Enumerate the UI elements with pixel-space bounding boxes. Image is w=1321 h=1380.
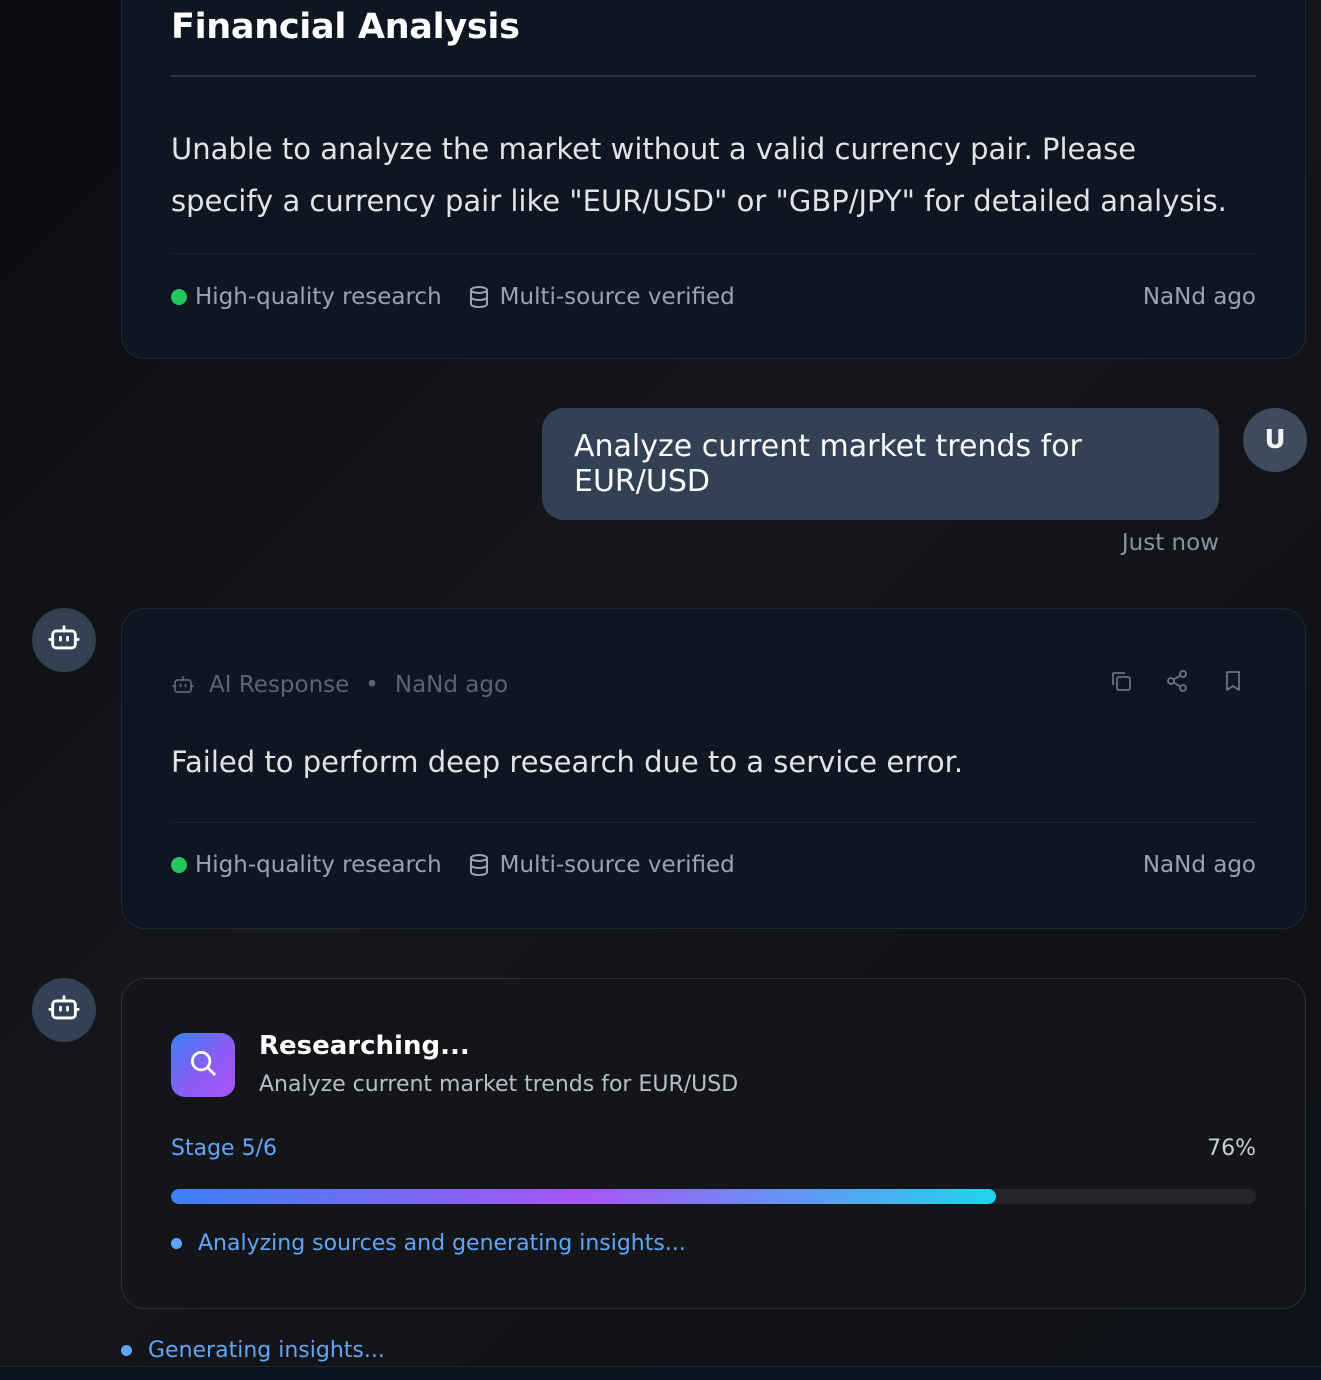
bot-icon [47,991,81,1029]
footer-divider [171,822,1256,823]
response-time: NaNd ago [1142,284,1256,310]
ai-response-label: AI Response [209,672,350,698]
response-body: Unable to analyze the market without a v… [171,132,1227,218]
share-icon[interactable] [1165,669,1189,693]
verified-label: Multi-source verified [499,284,735,310]
quality-label: High-quality research [195,284,442,310]
database-icon [468,285,490,309]
user-message-text: Analyze current market trends for EUR/US… [574,429,1082,499]
progress-percent: 76% [1207,1136,1256,1161]
quality-dot-icon [171,857,187,873]
response-time: NaNd ago [1142,852,1256,878]
stage-label: Stage 5/6 [171,1136,277,1161]
quality-label: High-quality research [195,852,442,878]
footer-divider [171,253,1256,254]
response-actions [1109,669,1245,693]
ai-response-card: AI Response • NaNd ago Failed to perform… [121,608,1306,929]
bottom-bar [0,1366,1321,1380]
status-dot-icon [121,1345,132,1356]
chat-page: Financial Analysis Unable to analyze the… [0,0,1321,1380]
bot-icon [171,673,195,697]
bot-avatar [32,608,96,672]
copy-icon[interactable] [1109,669,1133,693]
research-title: Researching... [259,1031,470,1061]
response-meta: AI Response • NaNd ago [171,669,508,701]
bot-icon [47,621,81,659]
bookmark-icon[interactable] [1221,669,1245,693]
research-query: Analyze current market trends for EUR/US… [259,1072,739,1097]
user-message-bubble: Analyze current market trends for EUR/US… [542,408,1219,520]
user-avatar: U [1243,408,1307,472]
response-title: Financial Analysis [171,7,520,47]
progress-bar [171,1189,1256,1204]
meta-separator: • [365,672,379,698]
quality-dot-icon [171,289,187,305]
response-footer: High-quality research Multi-source verif… [171,282,1256,312]
verified-label: Multi-source verified [499,852,735,878]
research-badge [171,1033,235,1097]
ai-response-meta-time: NaNd ago [394,672,509,698]
search-icon [188,1048,218,1082]
research-status-text: Analyzing sources and generating insight… [198,1231,686,1256]
progress-bar-fill [171,1189,996,1204]
title-divider [171,75,1256,77]
research-progress-card: Researching... Analyze current market tr… [121,978,1306,1309]
status-dot-icon [171,1238,182,1249]
generating-status: Generating insights... [121,1338,385,1363]
user-message-time: Just now [1121,530,1219,556]
user-avatar-letter: U [1264,425,1286,455]
response-footer: High-quality research Multi-source verif… [171,850,1256,880]
generating-status-text: Generating insights... [148,1338,385,1363]
ai-response-body: Failed to perform deep research due to a… [171,745,964,779]
previous-response-card: Financial Analysis Unable to analyze the… [121,0,1306,359]
database-icon [468,853,490,877]
bot-avatar [32,978,96,1042]
research-status: Analyzing sources and generating insight… [171,1231,686,1256]
